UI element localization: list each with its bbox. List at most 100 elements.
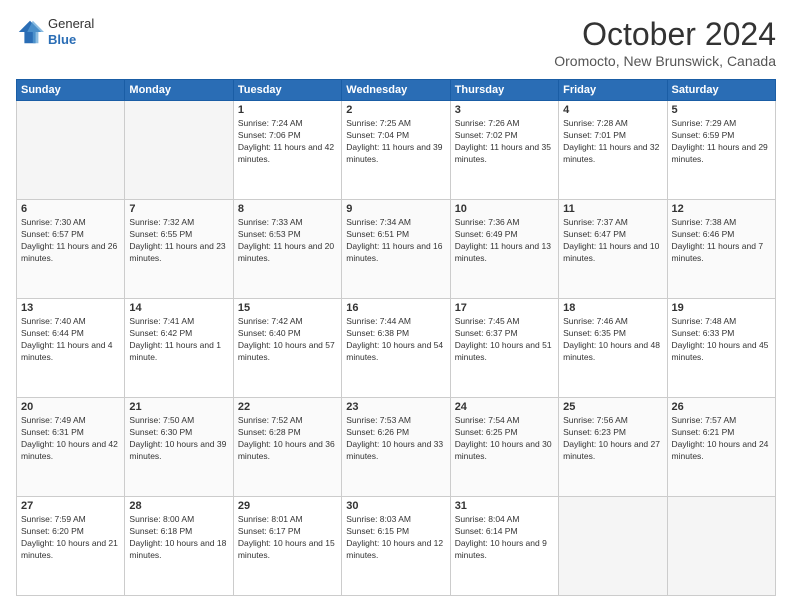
week-row-1: 6 Sunrise: 7:30 AMSunset: 6:57 PMDayligh…: [17, 200, 776, 299]
day-info: Sunrise: 7:56 AMSunset: 6:23 PMDaylight:…: [563, 415, 662, 463]
day-info: Sunrise: 7:41 AMSunset: 6:42 PMDaylight:…: [129, 316, 228, 364]
day-number: 9: [346, 203, 445, 215]
calendar-cell: [17, 101, 125, 200]
day-info: Sunrise: 7:52 AMSunset: 6:28 PMDaylight:…: [238, 415, 337, 463]
day-number: 13: [21, 302, 120, 314]
calendar-cell: 7 Sunrise: 7:32 AMSunset: 6:55 PMDayligh…: [125, 200, 233, 299]
calendar-cell: 10 Sunrise: 7:36 AMSunset: 6:49 PMDaylig…: [450, 200, 558, 299]
day-info: Sunrise: 7:37 AMSunset: 6:47 PMDaylight:…: [563, 217, 662, 265]
calendar-cell: 4 Sunrise: 7:28 AMSunset: 7:01 PMDayligh…: [559, 101, 667, 200]
day-number: 3: [455, 104, 554, 116]
day-info: Sunrise: 7:45 AMSunset: 6:37 PMDaylight:…: [455, 316, 554, 364]
page: General Blue October 2024 Oromocto, New …: [0, 0, 792, 612]
calendar-cell: 13 Sunrise: 7:40 AMSunset: 6:44 PMDaylig…: [17, 299, 125, 398]
calendar-cell: 3 Sunrise: 7:26 AMSunset: 7:02 PMDayligh…: [450, 101, 558, 200]
day-info: Sunrise: 7:25 AMSunset: 7:04 PMDaylight:…: [346, 118, 445, 166]
calendar-cell: [667, 497, 775, 596]
day-number: 30: [346, 500, 445, 512]
weekday-header-row: SundayMondayTuesdayWednesdayThursdayFrid…: [17, 80, 776, 101]
week-row-4: 27 Sunrise: 7:59 AMSunset: 6:20 PMDaylig…: [17, 497, 776, 596]
day-number: 28: [129, 500, 228, 512]
day-info: Sunrise: 7:38 AMSunset: 6:46 PMDaylight:…: [672, 217, 771, 265]
day-info: Sunrise: 7:54 AMSunset: 6:25 PMDaylight:…: [455, 415, 554, 463]
logo-blue: Blue: [48, 32, 94, 48]
calendar-cell: 23 Sunrise: 7:53 AMSunset: 6:26 PMDaylig…: [342, 398, 450, 497]
day-number: 31: [455, 500, 554, 512]
day-number: 17: [455, 302, 554, 314]
calendar-cell: 27 Sunrise: 7:59 AMSunset: 6:20 PMDaylig…: [17, 497, 125, 596]
weekday-header-tuesday: Tuesday: [233, 80, 341, 101]
day-number: 23: [346, 401, 445, 413]
day-number: 18: [563, 302, 662, 314]
day-info: Sunrise: 7:26 AMSunset: 7:02 PMDaylight:…: [455, 118, 554, 166]
day-info: Sunrise: 7:34 AMSunset: 6:51 PMDaylight:…: [346, 217, 445, 265]
calendar-cell: 1 Sunrise: 7:24 AMSunset: 7:06 PMDayligh…: [233, 101, 341, 200]
day-number: 6: [21, 203, 120, 215]
day-info: Sunrise: 7:30 AMSunset: 6:57 PMDaylight:…: [21, 217, 120, 265]
day-number: 15: [238, 302, 337, 314]
calendar-cell: 2 Sunrise: 7:25 AMSunset: 7:04 PMDayligh…: [342, 101, 450, 200]
day-number: 2: [346, 104, 445, 116]
logo: General Blue: [16, 16, 94, 47]
day-number: 14: [129, 302, 228, 314]
day-number: 19: [672, 302, 771, 314]
day-number: 4: [563, 104, 662, 116]
weekday-header-monday: Monday: [125, 80, 233, 101]
day-info: Sunrise: 7:29 AMSunset: 6:59 PMDaylight:…: [672, 118, 771, 166]
calendar-cell: 18 Sunrise: 7:46 AMSunset: 6:35 PMDaylig…: [559, 299, 667, 398]
calendar-cell: 8 Sunrise: 7:33 AMSunset: 6:53 PMDayligh…: [233, 200, 341, 299]
day-info: Sunrise: 7:46 AMSunset: 6:35 PMDaylight:…: [563, 316, 662, 364]
logo-icon: [16, 18, 44, 46]
day-number: 8: [238, 203, 337, 215]
day-info: Sunrise: 7:57 AMSunset: 6:21 PMDaylight:…: [672, 415, 771, 463]
day-info: Sunrise: 7:42 AMSunset: 6:40 PMDaylight:…: [238, 316, 337, 364]
day-number: 1: [238, 104, 337, 116]
week-row-0: 1 Sunrise: 7:24 AMSunset: 7:06 PMDayligh…: [17, 101, 776, 200]
month-title: October 2024: [554, 16, 776, 53]
calendar-cell: 9 Sunrise: 7:34 AMSunset: 6:51 PMDayligh…: [342, 200, 450, 299]
day-number: 10: [455, 203, 554, 215]
day-info: Sunrise: 8:03 AMSunset: 6:15 PMDaylight:…: [346, 514, 445, 562]
calendar-cell: 17 Sunrise: 7:45 AMSunset: 6:37 PMDaylig…: [450, 299, 558, 398]
calendar-cell: [559, 497, 667, 596]
header: General Blue October 2024 Oromocto, New …: [16, 16, 776, 69]
calendar-table: SundayMondayTuesdayWednesdayThursdayFrid…: [16, 79, 776, 596]
day-number: 29: [238, 500, 337, 512]
week-row-3: 20 Sunrise: 7:49 AMSunset: 6:31 PMDaylig…: [17, 398, 776, 497]
weekday-header-thursday: Thursday: [450, 80, 558, 101]
calendar-cell: 28 Sunrise: 8:00 AMSunset: 6:18 PMDaylig…: [125, 497, 233, 596]
day-number: 22: [238, 401, 337, 413]
calendar-cell: 5 Sunrise: 7:29 AMSunset: 6:59 PMDayligh…: [667, 101, 775, 200]
weekday-header-sunday: Sunday: [17, 80, 125, 101]
logo-general: General: [48, 16, 94, 32]
day-info: Sunrise: 7:44 AMSunset: 6:38 PMDaylight:…: [346, 316, 445, 364]
week-row-2: 13 Sunrise: 7:40 AMSunset: 6:44 PMDaylig…: [17, 299, 776, 398]
day-info: Sunrise: 7:40 AMSunset: 6:44 PMDaylight:…: [21, 316, 120, 364]
calendar-cell: 6 Sunrise: 7:30 AMSunset: 6:57 PMDayligh…: [17, 200, 125, 299]
day-number: 11: [563, 203, 662, 215]
calendar-cell: 16 Sunrise: 7:44 AMSunset: 6:38 PMDaylig…: [342, 299, 450, 398]
calendar-cell: 20 Sunrise: 7:49 AMSunset: 6:31 PMDaylig…: [17, 398, 125, 497]
calendar-cell: 22 Sunrise: 7:52 AMSunset: 6:28 PMDaylig…: [233, 398, 341, 497]
day-number: 12: [672, 203, 771, 215]
calendar-cell: [125, 101, 233, 200]
day-info: Sunrise: 7:36 AMSunset: 6:49 PMDaylight:…: [455, 217, 554, 265]
calendar-cell: 26 Sunrise: 7:57 AMSunset: 6:21 PMDaylig…: [667, 398, 775, 497]
day-info: Sunrise: 8:00 AMSunset: 6:18 PMDaylight:…: [129, 514, 228, 562]
day-info: Sunrise: 8:04 AMSunset: 6:14 PMDaylight:…: [455, 514, 554, 562]
weekday-header-friday: Friday: [559, 80, 667, 101]
logo-text: General Blue: [48, 16, 94, 47]
calendar-cell: 12 Sunrise: 7:38 AMSunset: 6:46 PMDaylig…: [667, 200, 775, 299]
weekday-header-wednesday: Wednesday: [342, 80, 450, 101]
calendar-cell: 29 Sunrise: 8:01 AMSunset: 6:17 PMDaylig…: [233, 497, 341, 596]
calendar-cell: 31 Sunrise: 8:04 AMSunset: 6:14 PMDaylig…: [450, 497, 558, 596]
calendar-cell: 30 Sunrise: 8:03 AMSunset: 6:15 PMDaylig…: [342, 497, 450, 596]
day-info: Sunrise: 7:28 AMSunset: 7:01 PMDaylight:…: [563, 118, 662, 166]
day-number: 25: [563, 401, 662, 413]
day-number: 20: [21, 401, 120, 413]
day-info: Sunrise: 7:24 AMSunset: 7:06 PMDaylight:…: [238, 118, 337, 166]
day-number: 7: [129, 203, 228, 215]
calendar-cell: 25 Sunrise: 7:56 AMSunset: 6:23 PMDaylig…: [559, 398, 667, 497]
day-info: Sunrise: 7:33 AMSunset: 6:53 PMDaylight:…: [238, 217, 337, 265]
location: Oromocto, New Brunswick, Canada: [554, 53, 776, 69]
